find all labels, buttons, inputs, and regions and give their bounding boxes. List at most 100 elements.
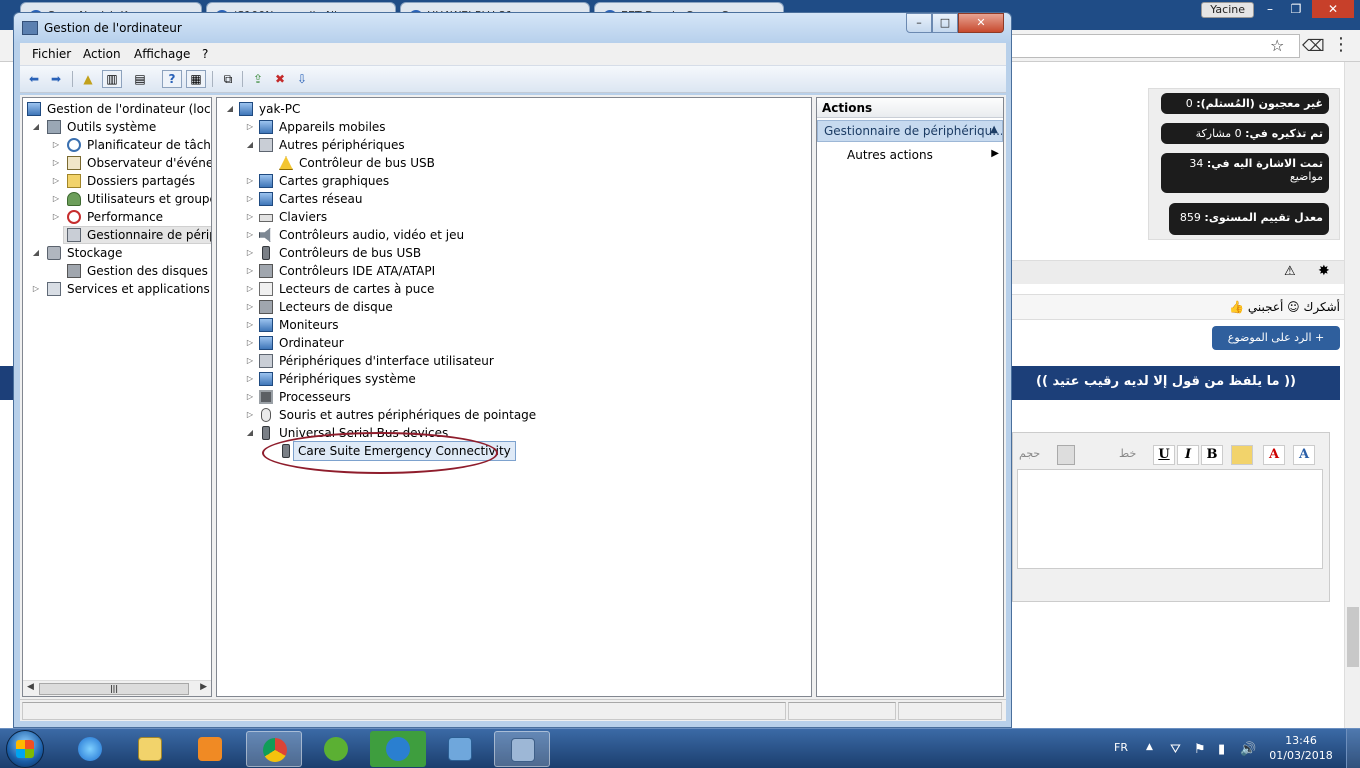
show-desktop-button[interactable] [1346,729,1360,768]
expand-icon[interactable]: ▷ [245,172,255,190]
browser-scrollbar[interactable] [1344,62,1360,728]
back-arrow-icon[interactable]: ⬅ [24,70,44,88]
scroll-right-icon[interactable]: ▶ [200,682,207,692]
star-burst-icon[interactable]: ✸ [1318,263,1330,279]
expand-icon[interactable]: ▷ [31,280,41,298]
enable-device-icon[interactable]: ⇩ [292,70,312,88]
expand-icon[interactable]: ▷ [51,208,61,226]
maximize-button[interactable]: □ [932,13,958,33]
taskbar-ie[interactable] [62,731,118,767]
menu-action[interactable]: Action [83,47,121,61]
paste-icon[interactable] [1231,445,1253,465]
taskbar-computer-management[interactable] [494,731,550,767]
address-bar[interactable] [1008,34,1300,58]
scroll-left-icon[interactable]: ◀ [27,682,34,692]
taskbar-chrome[interactable] [246,731,302,767]
tree-item-device-manager[interactable]: Gestionnaire de périphé [63,226,211,244]
browser-minimize-button[interactable]: – [1256,0,1284,18]
forward-arrow-icon[interactable]: ➡ [46,70,66,88]
taskbar-photo[interactable] [432,731,488,767]
expand-icon[interactable]: ▷ [51,190,61,208]
language-indicator[interactable]: FR [1114,741,1128,754]
expand-icon[interactable]: ▷ [245,406,255,424]
thanks-like-links[interactable]: أشكرك ☺ أعجبني 👍 [1229,300,1340,314]
font-family-select[interactable]: خط [1119,447,1136,460]
system-devices-icon [259,372,273,386]
taskbar-utorrent[interactable] [308,731,364,767]
expand-icon[interactable]: ▷ [245,280,255,298]
taskbar-idm[interactable] [370,731,426,767]
action-center-flag-icon[interactable]: ⚑ [1194,742,1206,757]
expand-icon[interactable]: ▷ [245,118,255,136]
processor-icon [259,390,273,404]
browser-close-button[interactable]: ✕ [1312,0,1354,18]
properties-icon[interactable]: ▤ [130,70,150,88]
uninstall-icon[interactable]: ✖ [270,70,290,88]
volume-icon[interactable]: 🔊 [1240,742,1256,757]
eraser-icon[interactable]: ⌫ [1302,36,1325,55]
dropdown-arrow-icon[interactable] [1057,445,1075,465]
close-button[interactable]: ✕ [958,13,1004,33]
scan-hardware-icon[interactable]: ⧉ [218,70,238,88]
signal-icon[interactable]: ▮ [1218,742,1225,757]
speaker-icon [259,228,271,242]
expand-icon[interactable]: ▷ [245,370,255,388]
expand-icon[interactable]: ▷ [51,136,61,154]
taskbar-explorer[interactable] [122,731,178,767]
bold-button[interactable]: B [1201,445,1223,465]
browser-menu-icon[interactable]: ⋮ [1332,34,1350,55]
expand-icon[interactable]: ▷ [245,316,255,334]
expand-icon[interactable]: ▷ [245,226,255,244]
more-actions-item[interactable]: Autres actions ▶ [847,148,1001,166]
expand-icon[interactable]: ▷ [245,244,255,262]
remove-format-icon[interactable]: A [1263,445,1285,465]
start-button[interactable] [6,730,44,768]
menu-affichage[interactable]: Affichage [134,47,190,61]
show-hidden-icons-icon[interactable]: ▲ [1146,742,1153,752]
font-size-select[interactable]: حجم [1019,447,1040,460]
text-color-icon[interactable]: A [1293,445,1315,465]
menu-help[interactable]: ? [202,47,208,61]
menu-fichier[interactable]: Fichier [32,47,71,61]
expand-icon[interactable]: ▷ [245,208,255,226]
up-folder-icon[interactable]: ▲ [78,70,98,88]
show-tree-icon[interactable]: ▥ [102,70,122,88]
scrollbar-thumb[interactable]: ||| [39,683,189,695]
expand-icon[interactable]: ▷ [245,262,255,280]
collapse-icon[interactable]: ◢ [245,424,255,442]
underline-button[interactable]: U [1153,445,1175,465]
collapse-icon[interactable]: ◢ [225,100,235,118]
expand-icon[interactable]: ▷ [245,388,255,406]
collapse-icon[interactable]: ◢ [31,118,41,136]
warning-icon[interactable]: ⚠ [1284,264,1296,279]
collapse-icon[interactable]: ◢ [245,136,255,154]
title-bar[interactable]: Gestion de l'ordinateur – □ ✕ [14,13,1011,43]
taskbar-media[interactable] [182,731,238,767]
expand-icon[interactable]: ▷ [51,154,61,172]
actions-section-device-manager[interactable]: Gestionnaire de périphériqu... ▲ [817,120,1003,142]
reply-topic-button[interactable]: + الرد على الموضوع [1212,326,1340,350]
browser-restore-button[interactable]: ❐ [1282,0,1310,18]
update-driver-icon[interactable]: ⇪ [248,70,268,88]
expand-icon[interactable]: ▷ [245,190,255,208]
expand-icon[interactable]: ▷ [245,352,255,370]
collapse-icon[interactable]: ◢ [31,244,41,262]
message-textarea[interactable] [1017,469,1323,569]
bookmark-star-icon[interactable]: ☆ [1270,36,1284,55]
expand-icon[interactable]: ▷ [245,334,255,352]
help-icon[interactable]: ? [162,70,182,88]
show-action-pane-icon[interactable]: ▦ [186,70,206,88]
internet-explorer-icon [78,737,102,761]
clock[interactable]: 13:46 01/03/2018 [1266,733,1336,763]
status-bar [20,699,1006,721]
browser-profile-button[interactable]: Yacine [1201,2,1254,18]
minimize-button[interactable]: – [906,13,932,33]
expand-icon[interactable]: ▷ [51,172,61,190]
thanks-bar: أشكرك ☺ أعجبني 👍 [1012,294,1344,320]
expand-icon[interactable]: ▷ [245,298,255,316]
horizontal-scrollbar[interactable]: ◀ ||| ▶ [23,680,211,696]
collapse-up-icon[interactable]: ▲ [990,124,998,135]
scrollbar-thumb[interactable] [1347,607,1359,667]
italic-button[interactable]: I [1177,445,1199,465]
network-icon[interactable]: ⛛ [1170,742,1181,757]
